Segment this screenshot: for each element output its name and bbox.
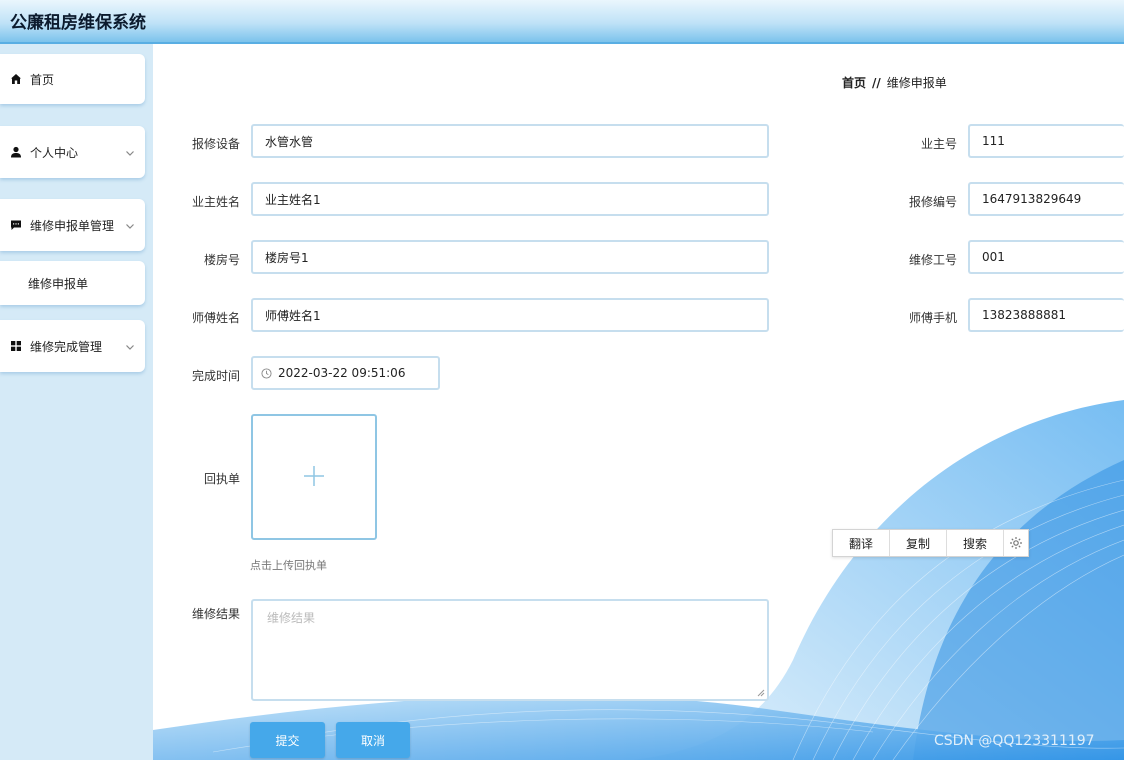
breadcrumb-current: 维修申报单	[886, 76, 947, 90]
sidebar-item-personal-center[interactable]: 个人中心	[0, 126, 145, 178]
owner-id-label: 业主号	[920, 137, 957, 151]
selection-popup: 翻译 复制 搜索	[832, 529, 1029, 557]
owner-name-value: 业主姓名1	[265, 192, 321, 207]
owner-name-input[interactable]: 业主姓名1	[251, 182, 769, 216]
copy-button[interactable]: 复制	[890, 530, 947, 556]
result-placeholder: 维修结果	[267, 611, 316, 625]
sidebar-item-home[interactable]: 首页	[0, 54, 145, 104]
search-button[interactable]: 搜索	[947, 530, 1004, 556]
chevron-down-icon	[125, 147, 135, 157]
master-phone-value: 13823888881	[982, 308, 1066, 322]
master-name-value: 师傅姓名1	[265, 308, 321, 323]
result-textarea[interactable]: 维修结果	[251, 599, 769, 701]
receipt-label: 回执单	[203, 472, 240, 486]
sidebar-item-repair-completion-management[interactable]: 维修完成管理	[0, 320, 145, 372]
plus-icon	[302, 464, 326, 491]
owner-id-input[interactable]: 111	[968, 124, 1124, 158]
master-phone-input[interactable]: 13823888881	[968, 298, 1124, 332]
home-icon	[9, 72, 23, 86]
building-value: 楼房号1	[265, 250, 309, 265]
owner-name-label: 业主姓名	[191, 195, 240, 209]
breadcrumb: 首页 // 维修申报单	[842, 74, 947, 91]
building-input[interactable]: 楼房号1	[251, 240, 769, 274]
sidebar-item-label: 个人中心	[30, 145, 79, 160]
sidebar: 首页 个人中心 维修申报单管理 维修申报单 维修完成管理	[0, 44, 153, 760]
master-phone-label: 师傅手机	[908, 311, 957, 325]
grid-icon	[9, 339, 23, 353]
message-icon	[9, 218, 23, 232]
device-label: 报修设备	[191, 137, 240, 151]
sidebar-item-label: 维修申报单管理	[30, 218, 115, 233]
app-title: 公廉租房维保系统	[10, 13, 146, 33]
watermark: CSDN @QQ123311197	[934, 733, 1095, 749]
chevron-down-icon	[125, 341, 135, 351]
chevron-down-icon	[125, 220, 135, 230]
sidebar-item-repair-report[interactable]: 维修申报单	[0, 261, 145, 305]
clock-icon	[261, 367, 272, 379]
master-name-input[interactable]: 师傅姓名1	[251, 298, 769, 332]
master-name-label: 师傅姓名	[191, 311, 240, 325]
breadcrumb-separator: //	[872, 76, 881, 90]
top-bar: 公廉租房维保系统	[0, 0, 1124, 44]
sidebar-item-label: 首页	[30, 72, 55, 87]
worker-no-label: 维修工号	[908, 253, 957, 267]
finish-time-label: 完成时间	[191, 369, 240, 383]
finish-time-value: 2022-03-22 09:51:06	[278, 366, 406, 380]
breadcrumb-home[interactable]: 首页	[842, 76, 866, 90]
cancel-button[interactable]: 取消	[336, 722, 410, 758]
owner-id-value: 111	[982, 134, 1005, 148]
translate-button[interactable]: 翻译	[833, 530, 890, 556]
submit-button[interactable]: 提交	[250, 722, 325, 758]
finish-time-input[interactable]: 2022-03-22 09:51:06	[251, 356, 440, 390]
repair-no-label: 报修编号	[908, 195, 957, 209]
device-value: 水管水管	[265, 134, 314, 149]
repair-no-input[interactable]: 1647913829649	[968, 182, 1124, 216]
repair-no-value: 1647913829649	[982, 192, 1082, 206]
result-label: 维修结果	[191, 607, 240, 621]
sidebar-item-label: 维修完成管理	[30, 339, 103, 354]
building-label: 楼房号	[203, 253, 240, 267]
resize-handle-icon[interactable]	[757, 689, 765, 697]
receipt-hint: 点击上传回执单	[250, 559, 327, 572]
worker-no-input[interactable]: 001	[968, 240, 1124, 274]
receipt-upload[interactable]	[251, 414, 377, 540]
sidebar-item-label: 维修申报单	[28, 276, 89, 291]
gear-icon[interactable]	[1004, 530, 1028, 556]
worker-no-value: 001	[982, 250, 1005, 264]
sidebar-item-repair-report-management[interactable]: 维修申报单管理	[0, 199, 145, 251]
user-icon	[9, 145, 23, 159]
device-input[interactable]: 水管水管	[251, 124, 769, 158]
